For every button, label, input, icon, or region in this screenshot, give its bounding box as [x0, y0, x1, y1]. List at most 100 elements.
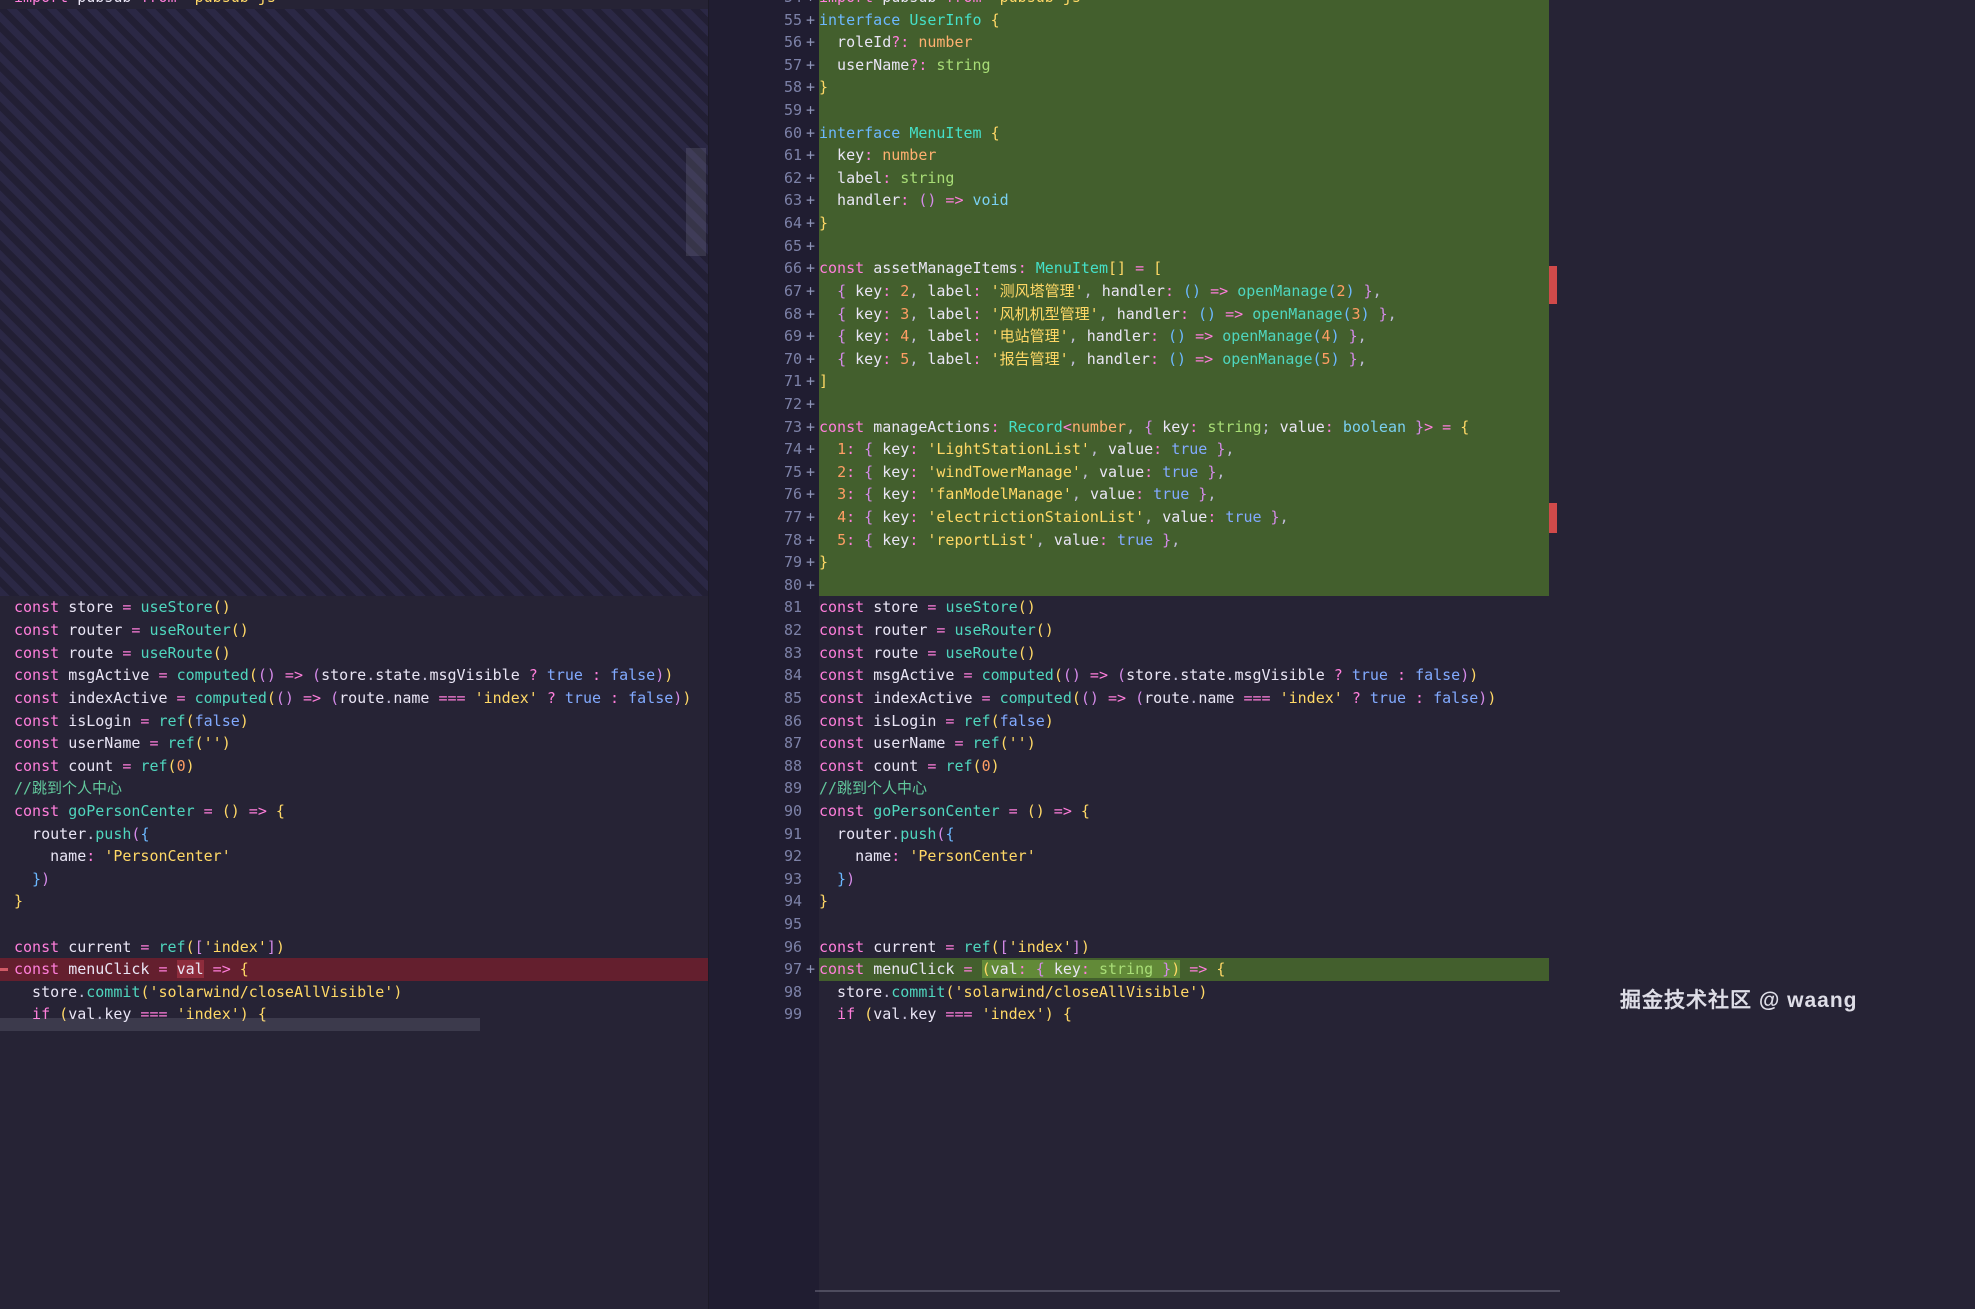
- added-code-line[interactable]: 66+const assetManageItems: MenuItem[] = …: [709, 257, 1549, 280]
- added-code-line[interactable]: 59+: [709, 99, 1549, 122]
- added-code-line[interactable]: 55+interface UserInfo {: [709, 9, 1549, 32]
- code-line[interactable]: const goPersonCenter = () => {: [0, 800, 708, 823]
- code-token: 'LightStationList': [927, 440, 1090, 458]
- modified-pane[interactable]: 54+import pubsub from 'pubsub-js'55+inte…: [708, 0, 1549, 1309]
- code-line[interactable]: 99 if (val.key === 'index') {: [709, 1003, 1549, 1026]
- added-code-line[interactable]: 72+: [709, 393, 1549, 416]
- code-line[interactable]: router.push({: [0, 823, 708, 846]
- code-token: (): [1081, 689, 1099, 707]
- original-pane[interactable]: import pubsub from 'pubsub-js' const stor…: [0, 0, 708, 1309]
- code-line[interactable]: 85const indexActive = computed(() => (ro…: [709, 687, 1549, 710]
- left-vertical-scrollbar-thumb[interactable]: [686, 148, 706, 256]
- code-line[interactable]: 96const current = ref(['index']): [709, 936, 1549, 959]
- modified-code[interactable]: 54+import pubsub from 'pubsub-js'55+inte…: [709, 0, 1549, 1026]
- code-token: userName: [819, 56, 909, 74]
- code-token: ,: [1225, 440, 1234, 458]
- added-code-line[interactable]: 75+ 2: { key: 'windTowerManage', value: …: [709, 461, 1549, 484]
- code-token: value: [1108, 440, 1153, 458]
- added-code-line[interactable]: 58+}: [709, 76, 1549, 99]
- code-token: val: [991, 960, 1018, 978]
- code-line[interactable]: 83const route = useRoute(): [709, 642, 1549, 665]
- code-line[interactable]: 94}: [709, 890, 1549, 913]
- code-token: const: [819, 621, 873, 639]
- code-line[interactable]: const indexActive = computed(() => (rout…: [0, 687, 708, 710]
- code-line[interactable]: 87const userName = ref(''): [709, 732, 1549, 755]
- right-horizontal-scrollbar[interactable]: [815, 1290, 1560, 1292]
- added-code-line[interactable]: 69+ { key: 4, label: '电站管理', handler: ()…: [709, 325, 1549, 348]
- code-line[interactable]: 98 store.commit('solarwind/closeAllVisib…: [709, 981, 1549, 1004]
- added-code-line[interactable]: 68+ { key: 3, label: '风机机型管理', handler: …: [709, 303, 1549, 326]
- code-token: =: [954, 960, 981, 978]
- code-line[interactable]: }): [0, 868, 708, 891]
- added-code-line[interactable]: 65+: [709, 235, 1549, 258]
- code-text: //跳到个人中心: [819, 777, 1549, 800]
- added-code-line[interactable]: 60+interface MenuItem {: [709, 122, 1549, 145]
- code-line[interactable]: 81const store = useStore(): [709, 596, 1549, 619]
- code-line[interactable]: const count = ref(0): [0, 755, 708, 778]
- code-line[interactable]: import pubsub from 'pubsub-js': [0, 0, 708, 9]
- code-line[interactable]: 91 router.push({: [709, 823, 1549, 846]
- code-line[interactable]: 82const router = useRouter(): [709, 619, 1549, 642]
- code-line[interactable]: const msgActive = computed(() => (store.…: [0, 664, 708, 687]
- code-line[interactable]: name: 'PersonCenter': [0, 845, 708, 868]
- code-line[interactable]: const current = ref(['index']): [0, 936, 708, 959]
- line-number: 76: [709, 483, 802, 506]
- code-line[interactable]: const store = useStore(): [0, 596, 708, 619]
- added-code-line[interactable]: 76+ 3: { key: 'fanModelManage', value: t…: [709, 483, 1549, 506]
- added-code-line[interactable]: 74+ 1: { key: 'LightStationList', value:…: [709, 438, 1549, 461]
- code-line[interactable]: 95: [709, 913, 1549, 936]
- code-line[interactable]: 84const msgActive = computed(() => (stor…: [709, 664, 1549, 687]
- code-token: {: [240, 960, 249, 978]
- code-line[interactable]: 92 name: 'PersonCenter': [709, 845, 1549, 868]
- code-token: }: [14, 870, 41, 888]
- left-horizontal-scrollbar-thumb[interactable]: [0, 1018, 480, 1031]
- code-line[interactable]: 86const isLogin = ref(false): [709, 710, 1549, 733]
- code-token: const: [819, 666, 873, 684]
- added-code-line[interactable]: 61+ key: number: [709, 144, 1549, 167]
- added-code-line[interactable]: 79+}: [709, 551, 1549, 574]
- code-token: commit: [891, 983, 945, 1001]
- added-code-line[interactable]: 63+ handler: () => void: [709, 189, 1549, 212]
- added-code-line[interactable]: 80+: [709, 574, 1549, 597]
- code-line[interactable]: 90const goPersonCenter = () => {: [709, 800, 1549, 823]
- code-line[interactable]: }: [0, 890, 708, 913]
- removed-code-line[interactable]: const menuClick = val => {: [0, 958, 708, 981]
- code-text: const router = useRouter(): [819, 619, 1549, 642]
- code-line[interactable]: 89//跳到个人中心: [709, 777, 1549, 800]
- code-token: .: [900, 1005, 909, 1023]
- added-code-line[interactable]: 64+}: [709, 212, 1549, 235]
- overview-ruler[interactable]: [1548, 0, 1568, 1309]
- code-token: msgVisible: [1234, 666, 1324, 684]
- code-line[interactable]: const route = useRoute(): [0, 642, 708, 665]
- code-token: pubsub: [77, 0, 140, 6]
- code-line[interactable]: store.commit('solarwind/closeAllVisible'…: [0, 981, 708, 1004]
- diff-add-marker: +: [802, 483, 819, 506]
- code-line[interactable]: //跳到个人中心: [0, 777, 708, 800]
- added-code-line[interactable]: 71+]: [709, 370, 1549, 393]
- added-code-line[interactable]: 97+const menuClick = (val: { key: string…: [709, 958, 1549, 981]
- original-code[interactable]: import pubsub from 'pubsub-js' const stor…: [0, 0, 708, 1026]
- added-code-line[interactable]: 56+ roleId?: number: [709, 31, 1549, 54]
- code-line[interactable]: [0, 913, 708, 936]
- code-line[interactable]: 93 }): [709, 868, 1549, 891]
- added-code-line[interactable]: 77+ 4: { key: 'electrictionStaionList', …: [709, 506, 1549, 529]
- added-code-line[interactable]: 73+const manageActions: Record<number, {…: [709, 416, 1549, 439]
- added-code-line[interactable]: 70+ { key: 5, label: '报告管理', handler: ()…: [709, 348, 1549, 371]
- added-code-line[interactable]: 78+ 5: { key: 'reportList', value: true …: [709, 529, 1549, 552]
- code-token: :: [1207, 508, 1225, 526]
- code-token: if: [819, 1005, 864, 1023]
- code-line[interactable]: const isLogin = ref(false): [0, 710, 708, 733]
- code-token: }: [1355, 282, 1373, 300]
- added-code-line[interactable]: 57+ userName?: string: [709, 54, 1549, 77]
- added-code-line[interactable]: 62+ label: string: [709, 167, 1549, 190]
- diff-add-marker: +: [802, 54, 819, 77]
- code-line[interactable]: const userName = ref(''): [0, 732, 708, 755]
- diff-add-marker: [802, 687, 819, 710]
- code-token: ]: [819, 372, 828, 390]
- code-line[interactable]: const router = useRouter(): [0, 619, 708, 642]
- added-code-line[interactable]: 54+import pubsub from 'pubsub-js': [709, 0, 1549, 9]
- code-line[interactable]: 88const count = ref(0): [709, 755, 1549, 778]
- code-token: ): [846, 870, 855, 888]
- code-text: { key: 4, label: '电站管理', handler: () => …: [819, 325, 1549, 348]
- added-code-line[interactable]: 67+ { key: 2, label: '测风塔管理', handler: (…: [709, 280, 1549, 303]
